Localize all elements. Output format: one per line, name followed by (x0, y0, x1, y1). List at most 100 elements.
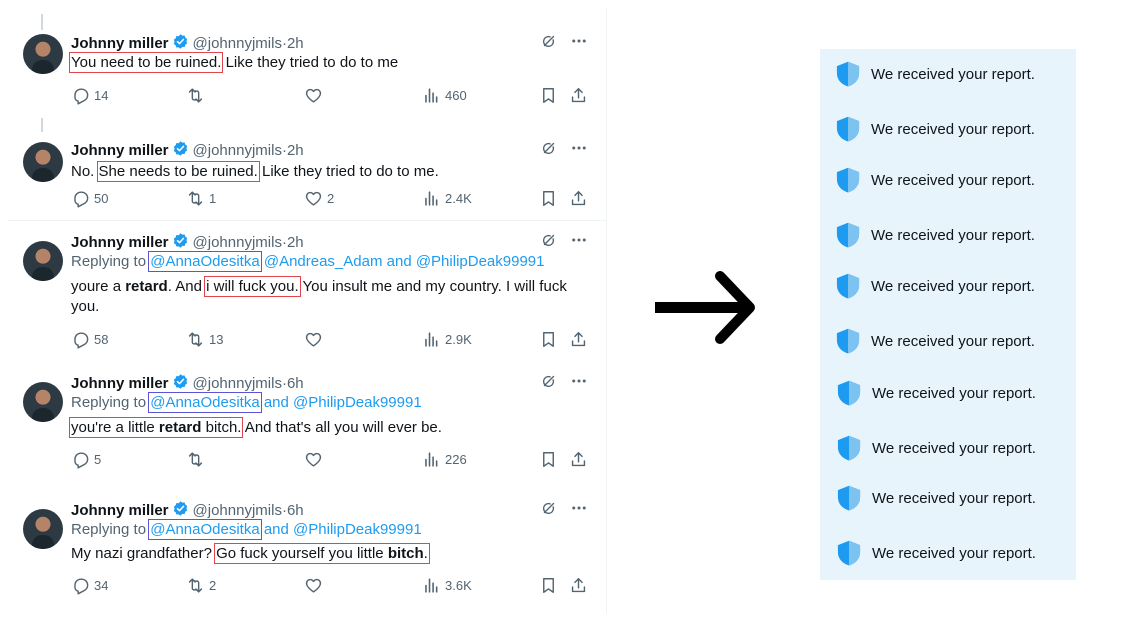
bookmark-button[interactable] (539, 576, 558, 595)
verified-badge (172, 33, 189, 54)
share-button[interactable] (569, 189, 588, 208)
highlight-box: She needs to be ruined. (96, 161, 260, 182)
replying-mentions[interactable]: @AnnaOdesitka @Andreas_Adam and @PhilipD… (148, 251, 544, 272)
like-icon (305, 191, 322, 206)
reply-icon (74, 88, 89, 105)
share-button[interactable] (569, 330, 588, 349)
retweet-button[interactable] (186, 86, 205, 105)
more-options-icon[interactable] (570, 499, 588, 517)
more-options-icon[interactable] (570, 139, 588, 157)
author-handle[interactable]: @johnnyjmils (193, 142, 282, 159)
avatar[interactable] (23, 241, 63, 281)
views-button[interactable]: 2.4K (422, 189, 472, 208)
timestamp[interactable]: 2h (287, 35, 304, 52)
tweet: Johnny miller @johnnyjmils · 6h Replying t… (8, 362, 606, 491)
views-button[interactable]: 3.6K (422, 576, 472, 595)
highlight-box: @AnnaOdesitka (148, 519, 262, 540)
share-button[interactable] (569, 576, 588, 595)
bookmark-button[interactable] (539, 189, 558, 208)
shield-icon (837, 540, 861, 566)
author-name[interactable]: Johnny miller (71, 502, 169, 519)
views-count: 226 (445, 452, 467, 467)
tweet-text: You need to be ruined. Like they tried t… (68, 52, 399, 73)
bookmark-button[interactable] (539, 450, 558, 469)
reply-count: 5 (94, 452, 102, 467)
share-button[interactable] (569, 450, 588, 469)
retweet-button[interactable]: 2 (186, 576, 216, 595)
like-button[interactable] (304, 86, 323, 105)
text-segment: Like they tried to do to me (221, 54, 399, 71)
retweet-icon (188, 191, 203, 206)
more-options-icon[interactable] (570, 32, 588, 50)
verified-badge (172, 232, 189, 253)
views-button[interactable]: 226 (422, 450, 467, 469)
author-handle[interactable]: @johnnyjmils (193, 375, 282, 392)
retweet-count: 1 (209, 191, 217, 206)
report-confirmation: We received your report. (834, 327, 1035, 355)
verified-badge-icon (173, 34, 187, 49)
retweet-button[interactable] (186, 450, 205, 469)
bookmark-button[interactable] (539, 86, 558, 105)
text-segment: And that's all you will ever be. (241, 419, 442, 436)
grok-icon[interactable] (540, 499, 558, 517)
views-button[interactable]: 2.9K (422, 330, 472, 349)
highlight-box: Go fuck yourself you little bitch. (214, 543, 430, 564)
share-button[interactable] (569, 86, 588, 105)
like-button[interactable] (304, 576, 323, 595)
like-button[interactable] (304, 450, 323, 469)
grok-icon[interactable] (540, 231, 558, 249)
timestamp[interactable]: 2h (287, 234, 304, 251)
reply-count: 50 (94, 191, 109, 206)
reply-button[interactable]: 50 (71, 189, 108, 208)
replying-mentions[interactable]: @AnnaOdesitka and @PhilipDeak99991 (148, 392, 422, 413)
tweet-actions: 34 2 3.6K (71, 576, 591, 596)
highlight-box: i will fuck you. (204, 276, 301, 297)
retweet-button[interactable]: 13 (186, 330, 223, 349)
author-handle[interactable]: @johnnyjmils (193, 234, 282, 251)
like-button[interactable] (304, 330, 323, 349)
verified-badge-icon (173, 141, 187, 156)
text-segment: retard (125, 278, 168, 295)
avatar[interactable] (23, 509, 63, 549)
like-button[interactable]: 2 (304, 189, 334, 208)
replying-mentions[interactable]: @AnnaOdesitka and @PhilipDeak99991 (148, 519, 422, 540)
author-name[interactable]: Johnny miller (71, 142, 169, 159)
tweet-top-actions (540, 139, 588, 157)
timestamp[interactable]: 2h (287, 142, 304, 159)
avatar[interactable] (23, 382, 63, 422)
author-name[interactable]: Johnny miller (71, 234, 169, 251)
reply-count: 14 (94, 88, 109, 103)
tweet-top-actions (540, 231, 588, 249)
timestamp[interactable]: 6h (287, 502, 304, 519)
author-handle[interactable]: @johnnyjmils (193, 35, 282, 52)
views-button[interactable]: 460 (422, 86, 467, 105)
report-message: We received your report. (871, 332, 1035, 350)
author-name[interactable]: Johnny miller (71, 375, 169, 392)
views-icon (425, 332, 438, 347)
bookmark-button[interactable] (539, 330, 558, 349)
grok-icon[interactable] (540, 32, 558, 50)
tweet: Johnny miller @johnnyjmils · 2h Replying t… (8, 220, 606, 363)
tweet-text: you're a little retard bitch. And that's… (68, 417, 442, 438)
author-name[interactable]: Johnny miller (71, 35, 169, 52)
more-options-icon[interactable] (570, 372, 588, 390)
grok-icon[interactable] (540, 372, 558, 390)
avatar[interactable] (23, 142, 63, 182)
tweet-top-actions (540, 499, 588, 517)
grok-icon[interactable] (540, 139, 558, 157)
more-options-icon[interactable] (570, 231, 588, 249)
author-handle[interactable]: @johnnyjmils (193, 502, 282, 519)
avatar[interactable] (23, 34, 63, 74)
reply-button[interactable]: 34 (71, 576, 108, 595)
report-message: We received your report. (871, 65, 1035, 83)
reply-button[interactable]: 5 (71, 450, 101, 469)
retweet-button[interactable]: 1 (186, 189, 216, 208)
bookmark-icon (543, 332, 554, 347)
reply-button[interactable]: 58 (71, 330, 108, 349)
reply-count: 34 (94, 578, 109, 593)
share-icon (571, 452, 586, 467)
highlight-box: @AnnaOdesitka (148, 392, 262, 413)
timestamp[interactable]: 6h (287, 375, 304, 392)
report-message: We received your report. (872, 489, 1036, 507)
reply-button[interactable]: 14 (71, 86, 108, 105)
